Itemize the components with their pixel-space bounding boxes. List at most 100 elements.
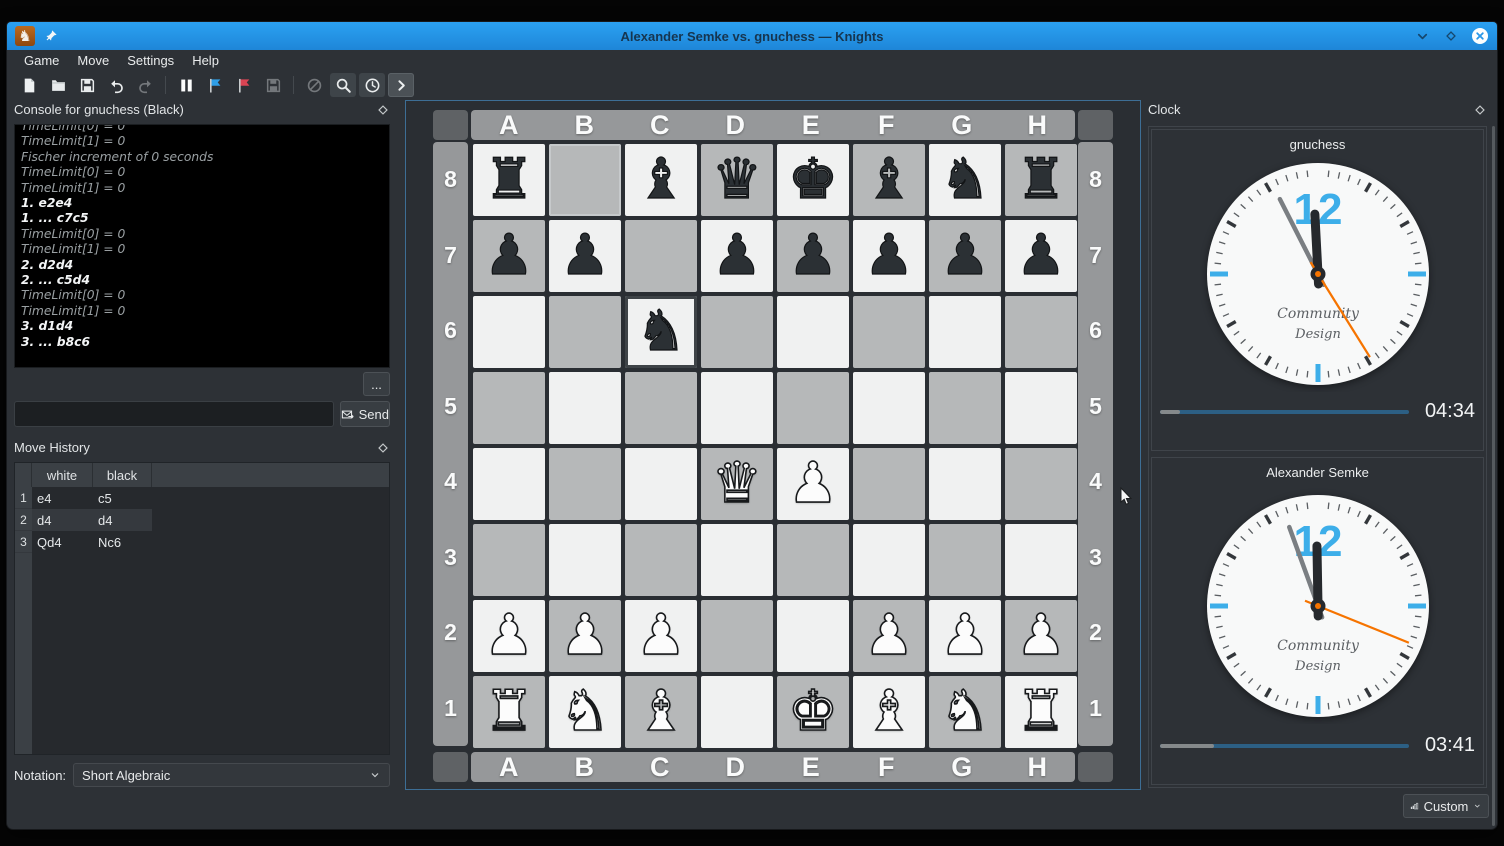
move-history-row[interactable]: 3Qd4Nc6 <box>15 531 389 553</box>
board-square-f4[interactable] <box>851 446 927 522</box>
column-header-black[interactable]: black <box>93 463 152 487</box>
white-move-cell[interactable]: Qd4 <box>32 531 93 553</box>
board-square-g2[interactable]: ♟ <box>927 598 1003 674</box>
board-square-f3[interactable] <box>851 522 927 598</box>
column-header-white[interactable]: white <box>32 463 93 487</box>
board-square-c6[interactable]: ♞ <box>623 294 699 370</box>
board-square-c7[interactable] <box>623 218 699 294</box>
float-panel-icon[interactable] <box>376 103 390 117</box>
board-square-f1[interactable]: ♝ <box>851 674 927 750</box>
minimize-button[interactable] <box>1413 27 1431 45</box>
board-square-g3[interactable] <box>927 522 1003 598</box>
board-square-h6[interactable] <box>1003 294 1079 370</box>
black-move-cell[interactable]: c5 <box>93 487 152 509</box>
board-square-c4[interactable] <box>623 446 699 522</box>
new-game-button[interactable] <box>16 73 42 97</box>
load-game-button[interactable] <box>45 73 71 97</box>
board-square-h2[interactable]: ♟ <box>1003 598 1079 674</box>
board-square-b3[interactable] <box>547 522 623 598</box>
board-square-c3[interactable] <box>623 522 699 598</box>
board-square-b4[interactable] <box>547 446 623 522</box>
menu-item-move[interactable]: Move <box>68 51 118 70</box>
board-square-e3[interactable] <box>775 522 851 598</box>
board-square-e4[interactable]: ♟ <box>775 446 851 522</box>
board-square-h1[interactable]: ♜ <box>1003 674 1079 750</box>
board-square-f7[interactable]: ♟ <box>851 218 927 294</box>
titlebar[interactable]: ♞ Alexander Semke vs. gnuchess — Knights <box>7 22 1497 50</box>
adjourn-button[interactable] <box>260 73 286 97</box>
menu-item-settings[interactable]: Settings <box>118 51 183 70</box>
board-square-a3[interactable] <box>471 522 547 598</box>
board-square-b5[interactable] <box>547 370 623 446</box>
board-square-b7[interactable]: ♟ <box>547 218 623 294</box>
board-square-a5[interactable] <box>471 370 547 446</box>
engine-console-log[interactable]: TimeLimit[0] = 0TimeLimit[1] = 0Fischer … <box>14 124 390 368</box>
board-square-h8[interactable]: ♜ <box>1003 142 1079 218</box>
board-square-c2[interactable]: ♟ <box>623 598 699 674</box>
board-square-e7[interactable]: ♟ <box>775 218 851 294</box>
board-square-b8[interactable] <box>547 142 623 218</box>
white-move-cell[interactable]: e4 <box>32 487 93 509</box>
menu-item-help[interactable]: Help <box>183 51 228 70</box>
maximize-button[interactable] <box>1442 27 1460 45</box>
board-square-d2[interactable] <box>699 598 775 674</box>
board-square-b6[interactable] <box>547 294 623 370</box>
board-square-h4[interactable] <box>1003 446 1079 522</box>
board-square-e8[interactable]: ♚ <box>775 142 851 218</box>
board-square-c8[interactable]: ♝ <box>623 142 699 218</box>
board-square-e2[interactable] <box>775 598 851 674</box>
board-square-a2[interactable]: ♟ <box>471 598 547 674</box>
board-square-g4[interactable] <box>927 446 1003 522</box>
move-history-row[interactable]: 2d4d4 <box>15 509 389 531</box>
notation-select[interactable]: Short Algebraic <box>73 763 390 787</box>
board-square-d7[interactable]: ♟ <box>699 218 775 294</box>
board-square-d3[interactable] <box>699 522 775 598</box>
move-history-row[interactable]: 1e4c5 <box>15 487 389 509</box>
board-square-g5[interactable] <box>927 370 1003 446</box>
board-square-b1[interactable]: ♞ <box>547 674 623 750</box>
pause-button[interactable] <box>173 73 199 97</box>
board-square-e1[interactable]: ♚ <box>775 674 851 750</box>
float-panel-icon[interactable] <box>376 441 390 455</box>
close-button[interactable] <box>1471 27 1489 45</box>
redo-button[interactable] <box>132 73 158 97</box>
white-move-cell[interactable]: d4 <box>32 509 93 531</box>
board-square-d4[interactable]: ♛ <box>699 446 775 522</box>
board-square-c1[interactable]: ♝ <box>623 674 699 750</box>
board-square-c5[interactable] <box>623 370 699 446</box>
board-square-f5[interactable] <box>851 370 927 446</box>
board-square-a7[interactable]: ♟ <box>471 218 547 294</box>
black-move-cell[interactable]: d4 <box>93 509 152 531</box>
board-square-d6[interactable] <box>699 294 775 370</box>
board-square-b2[interactable]: ♟ <box>547 598 623 674</box>
board-square-a6[interactable] <box>471 294 547 370</box>
black-move-cell[interactable]: Nc6 <box>93 531 152 553</box>
board-square-f6[interactable] <box>851 294 927 370</box>
console-command-input[interactable] <box>14 401 334 427</box>
board-square-a1[interactable]: ♜ <box>471 674 547 750</box>
board-square-g6[interactable] <box>927 294 1003 370</box>
board-square-f8[interactable]: ♝ <box>851 142 927 218</box>
resign-button[interactable] <box>231 73 257 97</box>
board-square-g8[interactable]: ♞ <box>927 142 1003 218</box>
board-square-h7[interactable]: ♟ <box>1003 218 1079 294</box>
board-square-a4[interactable] <box>471 446 547 522</box>
board-square-e5[interactable] <box>775 370 851 446</box>
abort-button[interactable] <box>301 73 327 97</box>
zoom-toggle-button[interactable] <box>330 73 356 97</box>
float-panel-icon[interactable] <box>1473 103 1487 117</box>
board-square-f2[interactable]: ♟ <box>851 598 927 674</box>
board-square-h3[interactable] <box>1003 522 1079 598</box>
save-game-button[interactable] <box>74 73 100 97</box>
menu-item-game[interactable]: Game <box>15 51 68 70</box>
console-more-button[interactable]: ... <box>363 372 390 396</box>
propose-draw-button[interactable] <box>202 73 228 97</box>
board-theme-select[interactable]: Custom <box>1403 794 1489 818</box>
send-button[interactable]: Send <box>340 401 390 427</box>
board-square-d8[interactable]: ♛ <box>699 142 775 218</box>
board-square-g7[interactable]: ♟ <box>927 218 1003 294</box>
console-toggle-button[interactable] <box>388 73 414 97</box>
move-history-table[interactable]: whiteblack 1e4c52d4d43Qd4Nc6 <box>14 462 390 755</box>
undo-button[interactable] <box>103 73 129 97</box>
board-square-g1[interactable]: ♞ <box>927 674 1003 750</box>
